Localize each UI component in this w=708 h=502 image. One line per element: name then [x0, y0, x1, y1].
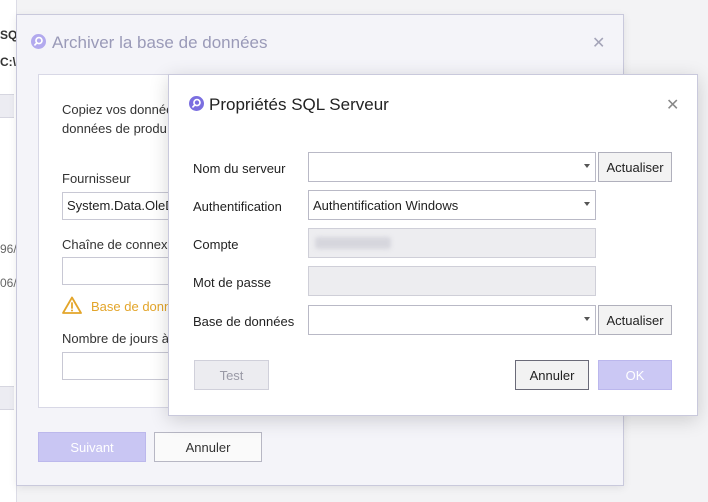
- sql-cancel-button[interactable]: Annuler: [515, 360, 589, 390]
- next-button[interactable]: Suivant: [38, 432, 146, 462]
- sql-server-properties-dialog: Propriétés SQL Serveur ✕ Nom du serveur …: [168, 74, 698, 416]
- background-footer-strip: [0, 386, 14, 410]
- test-button[interactable]: Test: [194, 360, 269, 390]
- retention-days-label: Nombre de jours à: [62, 331, 169, 346]
- close-icon[interactable]: ✕: [666, 95, 679, 115]
- search-magnifier-icon: [189, 96, 204, 111]
- provider-label: Fournisseur: [62, 171, 131, 186]
- database-label: Base de données: [193, 314, 295, 329]
- archive-description-line-2: données de produ: [62, 121, 167, 136]
- authentication-dropdown[interactable]: Authentification Windows: [308, 190, 596, 220]
- background-label-path: C:\: [0, 55, 16, 69]
- connection-string-label: Chaîne de connexio: [62, 237, 178, 252]
- background-toolbar-strip: [0, 94, 14, 118]
- background-date-1: 96/: [0, 242, 17, 256]
- archive-cancel-button[interactable]: Annuler: [154, 432, 262, 462]
- password-field: [308, 266, 596, 296]
- account-label: Compte: [193, 237, 239, 252]
- refresh-servers-button[interactable]: Actualiser: [598, 152, 672, 182]
- server-name-dropdown[interactable]: [308, 152, 596, 182]
- account-field: [308, 228, 596, 258]
- warning-triangle-icon: [62, 296, 82, 314]
- archive-description-line-1: Copiez vos donnée: [62, 102, 174, 117]
- database-warning-text: Base de donn: [91, 299, 172, 314]
- authentication-label: Authentification: [193, 199, 282, 214]
- password-label: Mot de passe: [193, 275, 272, 290]
- sql-dialog-title: Propriétés SQL Serveur: [209, 95, 389, 114]
- archive-dialog-title: Archiver la base de données: [52, 33, 268, 52]
- database-dropdown[interactable]: [308, 305, 596, 335]
- ok-button[interactable]: OK: [598, 360, 672, 390]
- search-magnifier-icon: [31, 34, 46, 49]
- server-name-label: Nom du serveur: [193, 161, 286, 176]
- close-icon[interactable]: ✕: [592, 33, 605, 53]
- refresh-databases-button[interactable]: Actualiser: [598, 305, 672, 335]
- redacted-account-value: [315, 237, 391, 249]
- background-date-2: 06/: [0, 276, 17, 290]
